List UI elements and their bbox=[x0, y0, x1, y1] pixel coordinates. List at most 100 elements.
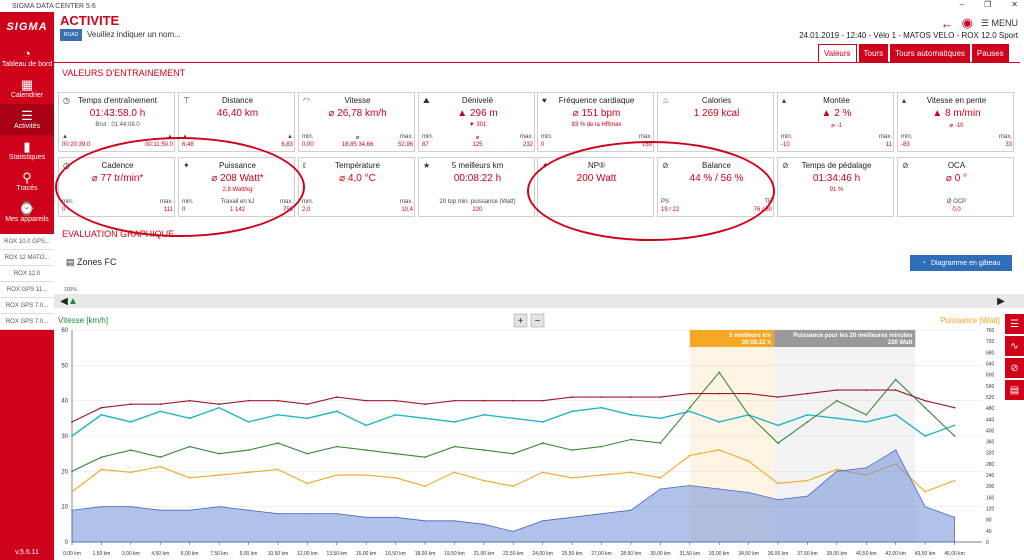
x-tick-label: 30,00 km bbox=[650, 551, 671, 557]
series-point bbox=[453, 445, 456, 448]
menu-button[interactable]: ☰ MENU bbox=[981, 18, 1018, 29]
series-point bbox=[835, 399, 838, 402]
x-tick-label: 45,00 km bbox=[944, 551, 965, 557]
sidebar-item-4[interactable]: ⚲ Tracés bbox=[0, 166, 54, 197]
series-point bbox=[482, 413, 485, 416]
series-point bbox=[306, 403, 309, 406]
series-point bbox=[277, 468, 279, 471]
pie-chart-button[interactable]: ◔ Diagramme en gâteau bbox=[910, 255, 1012, 271]
tab-2[interactable]: Tours automatiques bbox=[890, 44, 970, 62]
series-point bbox=[218, 474, 220, 476]
back-arrow-icon[interactable]: ← bbox=[941, 16, 954, 31]
activity-name-input[interactable]: Veuillez indiquer un nom... bbox=[87, 30, 181, 39]
right-tick-label: 720 bbox=[986, 339, 995, 345]
sidebar-item-2[interactable]: ☰ Activités bbox=[0, 104, 54, 135]
sidebar-item-5[interactable]: ⌚ Mes appareils bbox=[0, 197, 54, 228]
x-tick-label: 19,50 km bbox=[444, 551, 465, 557]
sidebar-item-1[interactable]: ▦ Calendrier bbox=[0, 73, 54, 104]
x-tick-label: 24,00 km bbox=[532, 551, 553, 557]
sidebar-item-label: Mes appareils bbox=[5, 216, 49, 223]
series-point bbox=[806, 413, 809, 416]
bike-type-badge[interactable]: ROAD bbox=[60, 29, 82, 41]
card-row-label: min. bbox=[901, 134, 913, 140]
card-row-label: min. bbox=[781, 134, 793, 140]
chart-range-scroller[interactable]: ◀ ▲ ▶ bbox=[54, 294, 1024, 308]
device-item[interactable]: ROX 10.0 GPS... bbox=[0, 234, 54, 250]
series-point bbox=[688, 454, 691, 457]
x-tick-label: 21,00 km bbox=[474, 551, 495, 557]
right-tick-label: 80 bbox=[986, 518, 992, 524]
card-row-value: 220 bbox=[472, 207, 483, 213]
sidebar-item-label: Calendrier bbox=[10, 92, 44, 99]
maximize-icon[interactable]: ❐ bbox=[984, 0, 991, 9]
card-row-label: min. bbox=[541, 134, 553, 140]
device-item[interactable]: ROX 12.0 bbox=[0, 266, 54, 282]
left-tick-label: 10 bbox=[61, 505, 68, 511]
average-icon[interactable]: ⊘ bbox=[1005, 358, 1024, 378]
version-label: v.5.6.11 bbox=[15, 549, 39, 556]
card-row-label: ▲ bbox=[62, 134, 68, 140]
card-row-value: 232 bbox=[522, 142, 533, 148]
close-icon[interactable]: ✕ bbox=[1011, 0, 1018, 9]
left-tick-label: 20 bbox=[61, 469, 68, 475]
device-item[interactable]: ROX GPS 7.0... bbox=[0, 314, 54, 330]
series-point bbox=[777, 482, 779, 485]
scroll-right-icon[interactable]: ▶ bbox=[994, 294, 1008, 308]
map-pin-icon: ⚲ bbox=[22, 170, 32, 185]
device-item[interactable]: ROX GPS 7.0... bbox=[0, 298, 54, 314]
series-point bbox=[159, 403, 162, 406]
highlight-label: 5 meilleurs km bbox=[729, 333, 771, 339]
bar-chart-icon[interactable]: ▤ bbox=[1005, 380, 1024, 400]
header: ACTIVITE ROAD Veuillez indiquer un nom..… bbox=[54, 12, 1024, 46]
right-tick-label: 200 bbox=[986, 484, 995, 490]
series-point bbox=[924, 505, 927, 508]
highlight-ellipse-left bbox=[55, 137, 305, 237]
sidebar-item-3[interactable]: ▮ Statistiques bbox=[0, 135, 54, 166]
tab-1[interactable]: Tours bbox=[858, 44, 889, 62]
device-item[interactable]: ROX GPS 11... bbox=[0, 282, 54, 298]
left-tick-label: 30 bbox=[61, 434, 68, 440]
zones-percent-label: 100% bbox=[64, 287, 77, 293]
x-tick-label: 43,50 km bbox=[915, 551, 936, 557]
series-point bbox=[718, 449, 721, 451]
right-tick-label: 520 bbox=[986, 395, 995, 401]
x-tick-label: 4,50 km bbox=[151, 551, 169, 557]
series-point bbox=[453, 471, 456, 474]
chart-svg: 0102030405060040801201602002402803203604… bbox=[58, 313, 1000, 557]
pie-icon: ◔ bbox=[921, 259, 926, 267]
card-row-label: ⌀ bbox=[475, 135, 480, 141]
x-tick-label: 13,50 km bbox=[326, 551, 347, 557]
series-point bbox=[424, 519, 426, 522]
card-value: 01:43:58.0 h bbox=[89, 108, 146, 119]
sidebar-item-0[interactable]: ◔ Tableau de bord bbox=[0, 42, 54, 73]
series-point bbox=[659, 417, 662, 420]
card-value: 46,40 km bbox=[216, 108, 259, 119]
tab-3[interactable]: Pauses bbox=[971, 44, 1009, 62]
range-start-handle[interactable]: ▲ bbox=[66, 294, 80, 308]
line-chart-icon[interactable]: ∿ bbox=[1005, 336, 1024, 356]
stat-card: ★ 5 meilleurs km 00:08:22 h 20 top min. pui… bbox=[418, 157, 535, 217]
list-view-icon[interactable]: ☰ bbox=[1005, 314, 1024, 334]
camera-icon[interactable]: ◉ bbox=[962, 15, 973, 31]
activities-icon: ☰ bbox=[21, 108, 33, 123]
series-point bbox=[541, 399, 544, 402]
x-tick-label: 40,50 km bbox=[856, 551, 877, 557]
dashboard-icon: ◔ bbox=[23, 46, 31, 61]
card-row-value: 52,96 bbox=[397, 142, 413, 148]
series-point bbox=[335, 474, 338, 476]
device-list: ROX 10.0 GPS... ROX 12 MATO... ROX 12.0 ROX… bbox=[0, 234, 54, 330]
series-point bbox=[100, 505, 103, 508]
menu-label: MENU bbox=[991, 17, 1019, 28]
series-point bbox=[953, 424, 956, 427]
calendar-icon: ▦ bbox=[20, 77, 34, 92]
x-tick-label: 27,00 km bbox=[591, 551, 612, 557]
activity-chart[interactable]: 0 10 20 30 40 50 60 0 40 80 120 160 200 240 280 320 360 4… bbox=[54, 310, 1004, 560]
series-point bbox=[571, 516, 574, 519]
series-point bbox=[924, 399, 927, 402]
tab-0[interactable]: Valeurs bbox=[818, 44, 857, 62]
chart-tools: ☰ ∿ ⊘ ▤ bbox=[1005, 314, 1024, 402]
minimize-icon[interactable]: – bbox=[960, 0, 964, 9]
series-point bbox=[129, 403, 132, 406]
series-point bbox=[953, 435, 956, 437]
device-item[interactable]: ROX 12 MATO... bbox=[0, 250, 54, 266]
